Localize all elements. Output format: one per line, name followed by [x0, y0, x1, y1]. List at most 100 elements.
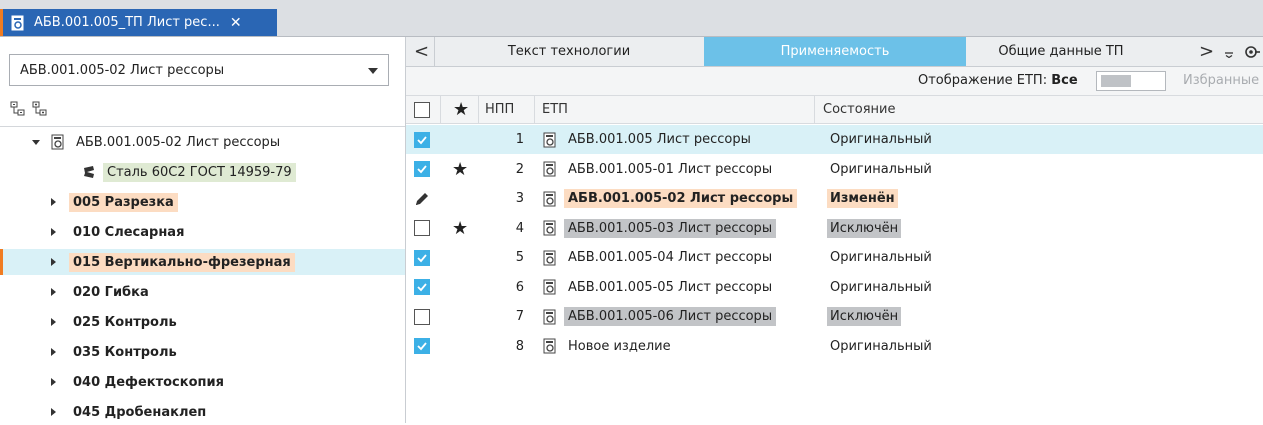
- row-checkbox[interactable]: [414, 273, 430, 302]
- tab-technology-text[interactable]: Текст технологии: [434, 37, 703, 66]
- table-row[interactable]: 8 Новое изделие Оригинальный: [406, 332, 1263, 361]
- header-star[interactable]: ★: [453, 96, 469, 123]
- collapse-all-icon[interactable]: [10, 101, 26, 117]
- selection-marker: [0, 249, 3, 275]
- chevron-right-icon[interactable]: [50, 408, 56, 416]
- etp-cell: АБВ.001.005-01 Лист рессоры: [564, 155, 776, 184]
- tab-applicability[interactable]: Применяемость: [704, 37, 966, 66]
- tree-caret[interactable]: [47, 408, 59, 416]
- table-row[interactable]: 1 АБВ.001.005 Лист рессоры Оригинальный: [406, 125, 1263, 154]
- chevron-right-icon[interactable]: [50, 198, 56, 206]
- tree-caret[interactable]: [30, 139, 42, 145]
- state-cell: Изменён: [827, 184, 898, 213]
- tree-caret[interactable]: [47, 228, 59, 236]
- state-cell: Оригинальный: [827, 243, 935, 272]
- state-label: Исключён: [827, 307, 902, 326]
- tree-caret[interactable]: [47, 258, 59, 266]
- expand-all-icon[interactable]: [32, 101, 48, 117]
- document-icon: [542, 273, 558, 302]
- etp-display-toggle[interactable]: [1096, 71, 1166, 91]
- chevron-right-icon[interactable]: [50, 228, 56, 236]
- document-icon: [542, 125, 558, 154]
- table-row[interactable]: 6 АБВ.001.005-05 Лист рессоры Оригинальный: [406, 273, 1263, 302]
- table-row[interactable]: 3 АБВ.001.005-02 Лист рессоры Изменён: [406, 184, 1263, 213]
- favorites-label[interactable]: Избранные: [1183, 73, 1259, 88]
- etp-name: АБВ.001.005-02 Лист рессоры: [564, 189, 798, 208]
- header-state[interactable]: Состояние: [823, 96, 895, 123]
- etp-name: АБВ.001.005-05 Лист рессоры: [568, 279, 773, 295]
- tree-node[interactable]: Сталь 60С2 ГОСТ 14959-79: [0, 159, 405, 185]
- document-tab[interactable]: АБВ.001.005_ТП Лист рес... ✕: [0, 9, 277, 36]
- tree-caret[interactable]: [47, 378, 59, 386]
- tree-node[interactable]: 025 Контроль: [0, 309, 405, 335]
- column-divider: [814, 96, 815, 123]
- table-row[interactable]: 7 АБВ.001.005-06 Лист рессоры Исключён: [406, 302, 1263, 331]
- close-icon[interactable]: ✕: [230, 15, 242, 31]
- row-checkbox[interactable]: [414, 302, 430, 331]
- column-divider: [440, 96, 441, 123]
- table-row[interactable]: 5 АБВ.001.005-04 Лист рессоры Оригинальный: [406, 243, 1263, 272]
- checkbox[interactable]: [414, 101, 430, 118]
- etp-name: Новое изделие: [568, 338, 671, 354]
- chevron-right-icon[interactable]: [50, 288, 56, 296]
- document-icon: [50, 134, 66, 150]
- tree-node-label: 005 Разрезка: [69, 192, 178, 212]
- settings-icon[interactable]: [1244, 45, 1260, 63]
- chevron-right-icon[interactable]: [50, 348, 56, 356]
- panel-tabs: < Текст технологии Применяемость Общие д…: [406, 37, 1263, 67]
- tree-node[interactable]: 035 Контроль: [0, 339, 405, 365]
- etp-display-label: Отображение ЕТП: Все: [918, 73, 1078, 88]
- state-cell: Исключён: [827, 302, 902, 331]
- tabs-prev-button[interactable]: <: [414, 41, 429, 62]
- favorite-star-icon[interactable]: ★: [452, 214, 468, 243]
- chevron-down-icon[interactable]: [32, 139, 40, 145]
- tree-caret[interactable]: [47, 288, 59, 296]
- tree-node-label: 045 Дробенаклеп: [73, 404, 207, 420]
- document-icon: [542, 332, 558, 361]
- etp-cell: АБВ.001.005-04 Лист рессоры: [564, 243, 776, 272]
- row-checkbox[interactable]: [414, 214, 430, 243]
- chevron-down-icon[interactable]: [368, 68, 378, 74]
- state-label: Оригинальный: [830, 132, 932, 147]
- tree-node[interactable]: 010 Слесарная: [0, 219, 405, 245]
- etp-name: АБВ.001.005-06 Лист рессоры: [564, 307, 777, 326]
- tree-caret[interactable]: [47, 198, 59, 206]
- tree-node[interactable]: 040 Дефектоскопия: [0, 369, 405, 395]
- table-row[interactable]: ★ 2 АБВ.001.005-01 Лист рессоры Оригинальны…: [406, 155, 1263, 184]
- tabs-next-button[interactable]: >: [1199, 41, 1214, 62]
- state-cell: Оригинальный: [827, 273, 935, 302]
- tree-node[interactable]: АБВ.001.005-02 Лист рессоры: [0, 129, 405, 155]
- product-select[interactable]: АБВ.001.005-02 Лист рессоры: [9, 54, 389, 86]
- tree-node[interactable]: 045 Дробенаклеп: [0, 399, 405, 425]
- row-checkbox[interactable]: [414, 125, 430, 154]
- favorite-star-icon[interactable]: ★: [452, 155, 468, 184]
- document-icon: [542, 184, 558, 213]
- chevron-right-icon[interactable]: [50, 318, 56, 326]
- tree-caret[interactable]: [47, 318, 59, 326]
- tree-node-label: АБВ.001.005-02 Лист рессоры: [76, 134, 281, 150]
- row-checkbox[interactable]: [414, 243, 430, 272]
- chevron-right-icon[interactable]: [50, 258, 56, 266]
- table-row[interactable]: ★ 4 АБВ.001.005-03 Лист рессоры Исключён: [406, 214, 1263, 243]
- row-number: 7: [515, 309, 524, 324]
- document-tab-bar: АБВ.001.005_ТП Лист рес... ✕: [0, 0, 1263, 36]
- tree-node[interactable]: 020 Гибка: [0, 279, 405, 305]
- row-checkbox[interactable]: [414, 332, 430, 361]
- tree-node[interactable]: 015 Вертикально-фрезерная: [0, 249, 405, 275]
- tree-node[interactable]: 005 Разрезка: [0, 189, 405, 215]
- header-etp[interactable]: ЕТП: [542, 96, 568, 123]
- row-number: 5: [515, 250, 524, 265]
- tabs-menu-icon[interactable]: [1223, 46, 1235, 62]
- header-npp[interactable]: НПП: [485, 96, 514, 123]
- column-divider: [478, 96, 479, 123]
- etp-name: АБВ.001.005-01 Лист рессоры: [568, 161, 773, 177]
- select-all-checkbox[interactable]: [414, 96, 430, 123]
- state-label: Исключён: [827, 218, 902, 238]
- row-checkbox[interactable]: [414, 155, 430, 184]
- tab-general-data[interactable]: Общие данные ТП: [966, 37, 1156, 66]
- chevron-right-icon[interactable]: [50, 378, 56, 386]
- tree-caret[interactable]: [47, 348, 59, 356]
- state-label: Оригинальный: [830, 161, 932, 177]
- etp-name: АБВ.001.005-04 Лист рессоры: [568, 250, 773, 265]
- state-label: Оригинальный: [830, 279, 932, 295]
